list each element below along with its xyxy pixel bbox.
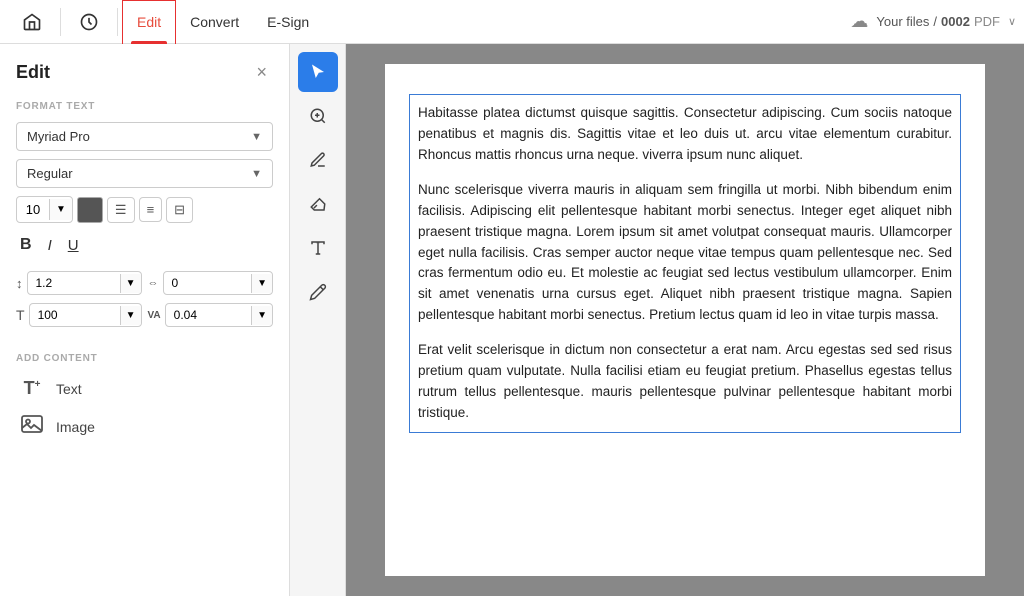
file-separator: / [933,14,937,29]
pdf-paragraph-1: Habitasse platea dictumst quisque sagitt… [418,103,952,166]
add-text-label: Text [56,381,82,397]
edit-nav-wrapper: Edit [122,0,176,44]
stamp-tool-button[interactable] [298,272,338,312]
pdf-paragraph-2: Nunc scelerisque viverra mauris in aliqu… [418,180,952,326]
scale-tracking-row: T 100 ▼ VA 0.04 ▼ [16,303,273,327]
font-style-select[interactable]: Regular ▼ [16,159,273,188]
scale-item: T 100 ▼ [16,303,142,327]
scale-icon: T [16,307,25,323]
list-ordered-button[interactable]: ≡ [139,197,163,222]
sidebar-header: Edit × [16,60,273,85]
font-family-row: Myriad Pro ▼ [16,122,273,151]
text-style-row: B I U [16,233,273,257]
file-dropdown-arrow[interactable]: ∨ [1008,15,1016,28]
add-content-items: T+ Text Image [16,374,273,443]
convert-button[interactable]: Convert [176,0,253,44]
file-path: Your files / 0002 PDF [876,14,1000,29]
underline-button[interactable]: U [66,234,81,257]
eraser-tool-button[interactable] [298,184,338,224]
home-nav-wrapper [8,0,56,44]
select-tool-button[interactable] [298,52,338,92]
scale-input[interactable]: 100 ▼ [29,303,142,327]
esign-button[interactable]: E-Sign [253,0,323,44]
edit-button[interactable]: Edit [123,0,175,44]
body: Edit × FORMAT TEXT Myriad Pro ▼ Regular … [0,44,1024,596]
char-spacing-icon: ⇔ [148,277,159,289]
line-spacing-arrow[interactable]: ▼ [120,274,141,293]
tracking-input[interactable]: 0.04 ▼ [165,303,273,327]
tracking-value: 0.04 [166,304,251,326]
file-number: 0002 [941,14,970,29]
font-style-arrow: ▼ [251,168,262,180]
text-tool-button[interactable] [298,228,338,268]
font-size-arrow[interactable]: ▼ [49,199,72,220]
cloud-icon: ☁ [850,11,868,32]
file-type: PDF [974,14,1000,29]
line-spacing-icon: ↕ [16,276,23,291]
sidebar-title: Edit [16,62,50,83]
font-family-arrow: ▼ [251,131,262,143]
add-image-icon [18,415,46,439]
char-spacing-input[interactable]: 0 ▼ [163,271,274,295]
line-spacing-item: ↕ 1.2 ▼ [16,271,142,295]
line-spacing-row: ↕ 1.2 ▼ ⇔ 0 ▼ [16,271,273,295]
pdf-area: Habitasse platea dictumst quisque sagitt… [346,44,1024,596]
pdf-page: Habitasse platea dictumst quisque sagitt… [385,64,985,576]
nav-bar: Edit Convert E-Sign [8,0,323,44]
format-text-label: FORMAT TEXT [16,101,273,112]
font-style-row: Regular ▼ [16,159,273,188]
tracking-icon: VA [148,310,161,321]
cloud-label: Your files [876,14,929,29]
char-spacing-item: ⇔ 0 ▼ [148,271,274,295]
add-text-item[interactable]: T+ Text [16,374,273,403]
font-size-select[interactable]: 10 ▼ [16,196,73,223]
color-swatch[interactable] [77,197,103,223]
format-row: 10 ▼ ☰ ≡ ⊟ [16,196,273,223]
align-button[interactable]: ⊟ [166,197,193,223]
tracking-item: VA 0.04 ▼ [148,303,274,327]
pan-tool-button[interactable] [298,96,338,136]
font-style-value: Regular [27,166,73,181]
add-text-icon: T+ [18,378,46,399]
char-spacing-value: 0 [164,272,252,294]
char-spacing-arrow[interactable]: ▼ [251,274,272,293]
close-button[interactable]: × [250,60,273,85]
nav-divider-2 [117,8,118,36]
toolbar-strip [290,44,346,596]
list-unordered-button[interactable]: ☰ [107,197,135,223]
font-size-value: 10 [17,197,49,222]
pen-tool-button[interactable] [298,140,338,180]
line-spacing-value: 1.2 [28,272,120,294]
sidebar: Edit × FORMAT TEXT Myriad Pro ▼ Regular … [0,44,290,596]
pdf-text-block: Habitasse platea dictumst quisque sagitt… [409,94,961,433]
line-spacing-input[interactable]: 1.2 ▼ [27,271,142,295]
pdf-paragraph-3: Erat velit scelerisque in dictum non con… [418,340,952,424]
header-right: ☁ Your files / 0002 PDF ∨ [850,11,1016,32]
scale-arrow[interactable]: ▼ [120,306,141,325]
header: Edit Convert E-Sign ☁ Your files / 0002 … [0,0,1024,44]
bold-button[interactable]: B [18,233,34,257]
tracking-arrow[interactable]: ▼ [251,306,272,325]
add-image-label: Image [56,419,95,435]
italic-button[interactable]: I [46,234,54,257]
add-content-section: ADD CONTENT T+ Text Image [16,353,273,443]
scale-value: 100 [30,304,120,326]
font-family-select[interactable]: Myriad Pro ▼ [16,122,273,151]
nav-divider-1 [60,8,61,36]
home-button[interactable] [8,0,56,44]
font-family-value: Myriad Pro [27,129,90,144]
add-image-item[interactable]: Image [16,411,273,443]
add-content-label: ADD CONTENT [16,353,273,364]
history-button[interactable] [65,0,113,44]
